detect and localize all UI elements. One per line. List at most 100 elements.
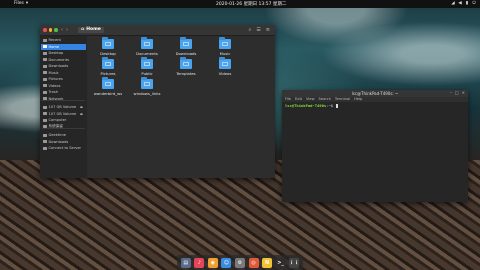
close-icon[interactable] <box>43 28 47 32</box>
folder-item[interactable]: wanderbird_ws <box>93 77 123 96</box>
sidebar-item-label: 107 GB Volume <box>48 105 77 109</box>
close-icon[interactable]: × <box>462 90 465 95</box>
minimize-icon[interactable]: – <box>450 90 452 95</box>
sidebar-item[interactable]: Home <box>41 43 86 50</box>
sidebar-item[interactable]: Network <box>41 96 86 102</box>
sidebar-item[interactable]: 107 GB Volume ⏏ <box>41 111 86 117</box>
sidebar-item-label: Connect to Server <box>48 146 82 150</box>
sidebar-item-label: Documents <box>48 57 70 62</box>
terminal-body[interactable]: lsc@ThinkPad-T490s:~$ <box>282 102 468 202</box>
folder-item[interactable]: Downloads <box>171 37 201 56</box>
sidebar-item[interactable]: Videos <box>41 83 86 89</box>
window-controls <box>43 28 58 32</box>
maximize-icon[interactable] <box>54 28 58 32</box>
folder-label: Documents <box>136 51 158 56</box>
sidebar-item[interactable]: Downloads <box>41 139 86 145</box>
prompt-user: lsc@ThinkPad-T490s <box>285 103 327 108</box>
dock: ▤ ♪ ◉ ☺ ⚙ ◎ N >_ ⋮⋮ <box>177 255 303 270</box>
sidebar-item[interactable]: 107 GB Volume ⏏ <box>41 104 86 110</box>
search-icon[interactable]: ⌕ <box>249 27 252 33</box>
sidebar-item-label: Geektime <box>48 133 66 137</box>
forward-icon[interactable]: › <box>66 27 68 33</box>
folder-item[interactable]: Videos <box>210 57 240 76</box>
folder-label: Music <box>219 51 231 56</box>
folder-icon <box>219 37 231 49</box>
sidebar-item[interactable]: Downloads <box>41 63 86 69</box>
folder-item[interactable]: Documents <box>132 37 162 56</box>
folder-icon <box>180 37 192 49</box>
sidebar-item[interactable]: Computer <box>41 117 86 123</box>
document-icon <box>43 58 47 61</box>
files-headerbar: ‹ › ⌂ Home ⌕ ☰ ≡ <box>40 25 275 36</box>
terminal-window-controls: – □ × <box>450 90 465 95</box>
folder-item[interactable]: Public <box>132 57 162 76</box>
trash-icon <box>43 90 47 94</box>
sidebar-item[interactable]: Documents <box>41 57 86 63</box>
header-tools: ⌕ ☰ ≡ <box>249 27 271 33</box>
clock[interactable]: 2020-01-26 星期日 13:57 星期二 <box>216 1 286 7</box>
sidebar-item-label: Videos <box>48 83 61 88</box>
folder-icon <box>102 37 114 49</box>
settings-app-icon[interactable]: ⚙ <box>234 257 245 268</box>
sidebar: Recent Home Desktop Documents Downloads Music… <box>40 36 87 178</box>
sidebar-item-label: Recent <box>48 38 61 42</box>
sidebar-item-label: Desktop <box>48 51 64 55</box>
folder-icon <box>219 57 231 69</box>
minimize-icon[interactable] <box>48 28 52 32</box>
eject-icon[interactable]: ⏏ <box>80 112 83 116</box>
computer-icon <box>43 118 47 122</box>
view-toggle-icon[interactable]: ☰ <box>256 27 260 33</box>
notes-app-icon[interactable]: N <box>262 257 273 268</box>
battery-icon[interactable]: ▮ <box>465 1 469 6</box>
app-menu[interactable]: Files ▾ <box>14 1 28 6</box>
finder-app-icon[interactable]: ☺ <box>221 257 232 268</box>
folder-label: Public <box>141 71 153 76</box>
sidebar-separator <box>42 99 85 101</box>
video-icon <box>43 84 47 87</box>
terminal-app-icon[interactable]: >_ <box>275 257 286 268</box>
power-icon[interactable]: ⏻ <box>472 1 476 6</box>
drive-icon <box>43 105 47 109</box>
chevron-down-icon: ▾ <box>25 1 29 6</box>
network-icon[interactable]: ◢ <box>451 1 455 6</box>
folder-item[interactable]: Music <box>210 37 240 56</box>
back-icon[interactable]: ‹ <box>61 27 63 33</box>
music-app-icon[interactable]: ♪ <box>194 257 205 268</box>
maximize-icon[interactable]: □ <box>455 90 459 95</box>
sidebar-item[interactable]: Recent <box>41 37 86 43</box>
app-menu-label[interactable]: Files <box>14 1 24 6</box>
menu-icon[interactable]: ≡ <box>266 27 270 33</box>
eject-icon[interactable]: ⏏ <box>80 105 83 109</box>
folder-grid: Desktop Documents Downloads Music Pictures Pu… <box>87 36 275 178</box>
folder-icon <box>102 77 114 89</box>
chrome-app-icon[interactable]: ◎ <box>248 257 259 268</box>
folder-icon <box>102 57 114 69</box>
photos-app-icon[interactable]: ◉ <box>207 257 218 268</box>
sidebar-item[interactable]: Trash <box>41 89 86 95</box>
sidebar-item[interactable]: Desktop <box>41 50 86 56</box>
sidebar-item[interactable]: Connect to Server <box>41 145 86 151</box>
folder-item[interactable]: Pictures <box>93 57 123 76</box>
files-app-icon[interactable]: ▤ <box>180 257 191 268</box>
folder-item[interactable]: windows_links <box>132 77 162 96</box>
server-icon <box>43 146 47 150</box>
folder-item[interactable]: Templates <box>171 57 201 76</box>
sidebar-item-label: Music <box>48 70 59 75</box>
folder-icon <box>43 133 47 137</box>
folder-label: wanderbird_ws <box>93 91 123 96</box>
path-label[interactable]: Home <box>86 27 101 33</box>
volume-icon[interactable]: ◀ <box>458 1 462 6</box>
terminal-window: lsc@ThinkPad-T490s: ~ – □ × File Edit View… <box>282 90 468 202</box>
music-icon <box>43 71 47 74</box>
system-tray[interactable]: ◢ ◀ ▮ ⏻ <box>451 1 476 6</box>
sidebar-item[interactable]: Pictures <box>41 76 86 82</box>
sidebar-item[interactable]: Music <box>41 70 86 76</box>
apps-grid-icon[interactable]: ⋮⋮ <box>289 257 300 268</box>
sidebar-item[interactable]: Geektime <box>41 132 86 138</box>
folder-icon <box>43 140 47 143</box>
folder-item[interactable]: Desktop <box>93 37 123 56</box>
download-icon <box>43 64 47 68</box>
sidebar-item-label: Downloads <box>48 139 69 144</box>
folder-label: Pictures <box>100 71 116 76</box>
path-bar[interactable]: ⌂ Home <box>78 26 104 33</box>
